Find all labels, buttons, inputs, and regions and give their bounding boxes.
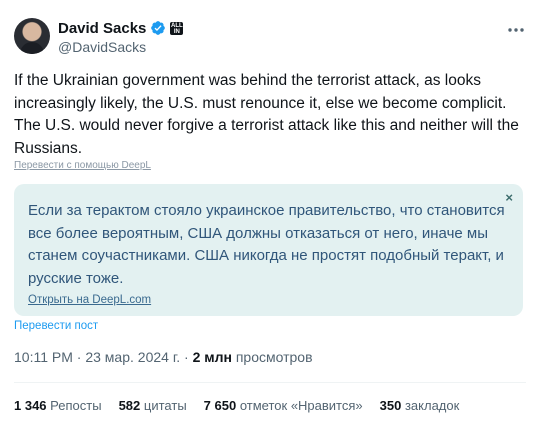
tweet-header: David Sacks ALL IN @DavidSacks bbox=[14, 14, 526, 62]
translate-with-deepl-link[interactable]: Перевести с помощью DeepL bbox=[14, 160, 151, 171]
likes-stat[interactable]: 7 650 отметок «Нравится» bbox=[204, 398, 363, 413]
avatar[interactable] bbox=[14, 18, 50, 54]
translate-post-link[interactable]: Перевести пост bbox=[14, 320, 98, 332]
verified-badge-icon bbox=[151, 21, 166, 35]
divider bbox=[14, 382, 526, 383]
meta-separator: · bbox=[76, 349, 82, 365]
quotes-stat[interactable]: 582 цитаты bbox=[119, 398, 187, 413]
author-handle[interactable]: @DavidSacks bbox=[58, 39, 146, 55]
stat-count: 7 650 bbox=[203, 398, 237, 413]
close-icon[interactable]: × bbox=[505, 190, 513, 205]
stat-count: 350 bbox=[379, 398, 402, 413]
translation-text: Если за терактом стояло украинское прави… bbox=[28, 202, 505, 287]
more-options-icon[interactable] bbox=[506, 22, 526, 38]
stat-label: Репосты bbox=[50, 398, 102, 413]
meta-separator: · bbox=[184, 349, 189, 365]
stat-label: цитаты bbox=[143, 398, 187, 413]
affiliation-badge-text: ALL IN bbox=[171, 22, 183, 35]
stat-count: 1 346 bbox=[14, 398, 47, 413]
engagement-stats: 1 346 Репосты 582 цитаты 7 650 отметок «… bbox=[14, 398, 476, 413]
open-on-deepl-link[interactable]: Открыть на DeepL.com bbox=[28, 294, 151, 306]
author-name-row: David Sacks ALL IN bbox=[58, 18, 184, 38]
tweet-date[interactable]: 23 мар. 2024 г. bbox=[85, 349, 180, 365]
translation-box: × Если за терактом стояло украинское пра… bbox=[14, 184, 523, 316]
reposts-stat[interactable]: 1 346 Репосты bbox=[14, 398, 102, 413]
views-label: просмотров bbox=[235, 349, 313, 365]
views-count: 2 млн bbox=[192, 349, 232, 365]
tweet-text: If the Ukrainian government was behind t… bbox=[14, 72, 519, 157]
affiliation-badge-icon[interactable]: ALL IN bbox=[170, 21, 184, 35]
tweet-meta: 10:11 PM · 23 мар. 2024 г. · 2 млн просм… bbox=[14, 349, 313, 365]
author-display-name[interactable]: David Sacks bbox=[58, 20, 146, 37]
stat-count: 582 bbox=[118, 398, 141, 413]
stat-label: закладок bbox=[404, 398, 460, 413]
bookmarks-stat[interactable]: 350 закладок bbox=[380, 398, 460, 413]
stat-label: отметок «Нравится» bbox=[239, 398, 363, 413]
tweet-time[interactable]: 10:11 PM bbox=[14, 349, 73, 365]
